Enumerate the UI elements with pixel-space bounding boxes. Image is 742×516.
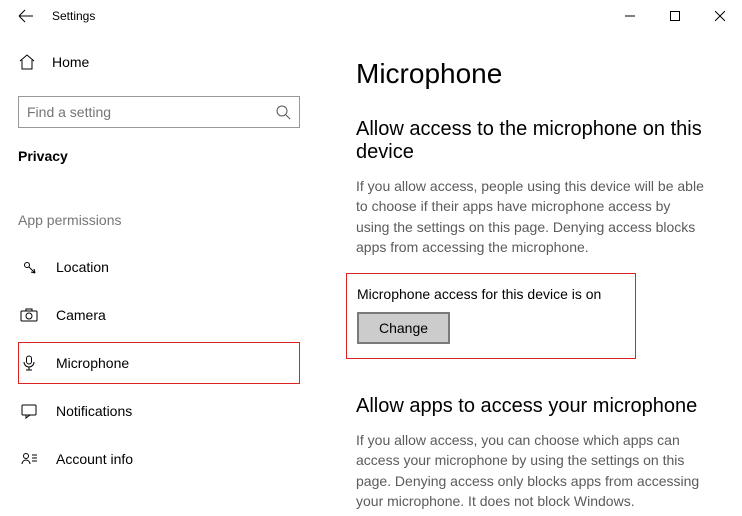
microphone-icon	[20, 354, 38, 372]
minimize-icon	[625, 11, 635, 21]
sidebar-item-label: Camera	[56, 307, 106, 323]
change-button[interactable]: Change	[357, 312, 450, 344]
section2-desc: If you allow access, you can choose whic…	[356, 430, 706, 511]
sidebar-item-notifications[interactable]: Notifications	[18, 390, 300, 432]
close-button[interactable]	[697, 1, 742, 31]
microphone-status: Microphone access for this device is on	[357, 286, 625, 302]
back-button[interactable]	[12, 9, 40, 23]
arrow-left-icon	[18, 9, 34, 23]
sidebar-home[interactable]: Home	[18, 44, 320, 80]
sidebar-item-microphone[interactable]: Microphone	[18, 342, 300, 384]
sidebar-item-label: Account info	[56, 451, 133, 467]
notifications-icon	[20, 402, 38, 420]
maximize-button[interactable]	[652, 1, 697, 31]
home-icon	[18, 53, 36, 71]
sidebar: Home Privacy App permissions Location Ca…	[0, 32, 320, 516]
sidebar-item-account-info[interactable]: Account info	[18, 438, 300, 480]
close-icon	[715, 11, 725, 21]
maximize-icon	[670, 11, 680, 21]
search-icon	[276, 105, 291, 120]
camera-icon	[20, 306, 38, 324]
sidebar-group-label: App permissions	[18, 212, 320, 228]
section1-heading: Allow access to the microphone on this d…	[356, 118, 706, 164]
sidebar-item-label: Location	[56, 259, 109, 275]
home-label: Home	[52, 54, 89, 70]
sidebar-item-location[interactable]: Location	[18, 246, 300, 288]
sidebar-item-camera[interactable]: Camera	[18, 294, 300, 336]
window-title: Settings	[40, 9, 95, 23]
window-controls	[607, 1, 742, 31]
section2-heading: Allow apps to access your microphone	[356, 395, 706, 418]
search-input[interactable]	[27, 104, 276, 120]
sidebar-item-label: Notifications	[56, 403, 132, 419]
page-title: Microphone	[356, 58, 706, 90]
search-box[interactable]	[18, 96, 300, 128]
location-icon	[20, 258, 38, 276]
sidebar-item-label: Microphone	[56, 355, 129, 371]
titlebar: Settings	[0, 0, 742, 32]
account-info-icon	[20, 450, 38, 468]
sidebar-section-title: Privacy	[18, 148, 320, 164]
section1-desc: If you allow access, people using this d…	[356, 176, 706, 257]
main-content: Microphone Allow access to the microphon…	[320, 32, 742, 516]
highlighted-region: Microphone access for this device is on …	[346, 273, 636, 359]
minimize-button[interactable]	[607, 1, 652, 31]
